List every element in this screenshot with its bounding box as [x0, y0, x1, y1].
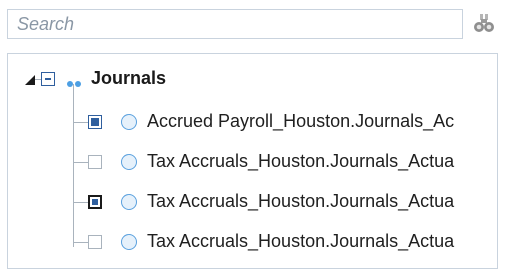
item-label: Tax Accruals_Houston.Journals_Actua: [147, 191, 455, 211]
tree-root-row[interactable]: Journals: [8, 60, 497, 98]
search-box[interactable]: [7, 9, 463, 39]
binoculars-icon[interactable]: [472, 12, 496, 36]
dots-icon: [66, 75, 82, 87]
tree-item-row[interactable]: Tax Accruals_Houston.Journals_Actua: [8, 143, 497, 181]
root-checkbox[interactable]: [41, 72, 55, 86]
circle-icon: [121, 194, 137, 210]
item-checkbox[interactable]: [88, 155, 102, 169]
item-checkbox[interactable]: [88, 195, 102, 209]
circle-icon: [121, 154, 137, 170]
item-label: Accrued Payroll_Houston.Journals_Ac: [147, 111, 455, 131]
tree-item-row[interactable]: Tax Accruals_Houston.Journals_Actua: [8, 223, 497, 261]
partial-check-mark: [45, 78, 51, 80]
item-label: Tax Accruals_Houston.Journals_Actua: [147, 231, 455, 251]
root-label: Journals: [91, 68, 167, 88]
tree-item-row[interactable]: Tax Accruals_Houston.Journals_Actua: [8, 183, 497, 221]
item-checkbox[interactable]: [88, 115, 102, 129]
search-input[interactable]: [8, 10, 462, 38]
item-checkbox[interactable]: [88, 235, 102, 249]
tree-item-row[interactable]: Accrued Payroll_Houston.Journals_Ac: [8, 103, 497, 141]
circle-icon: [121, 114, 137, 130]
tree-view[interactable]: Journals Accrued Payroll_Houston.Journal…: [7, 53, 498, 269]
circle-icon: [121, 234, 137, 250]
item-label: Tax Accruals_Houston.Journals_Actua: [147, 151, 455, 171]
